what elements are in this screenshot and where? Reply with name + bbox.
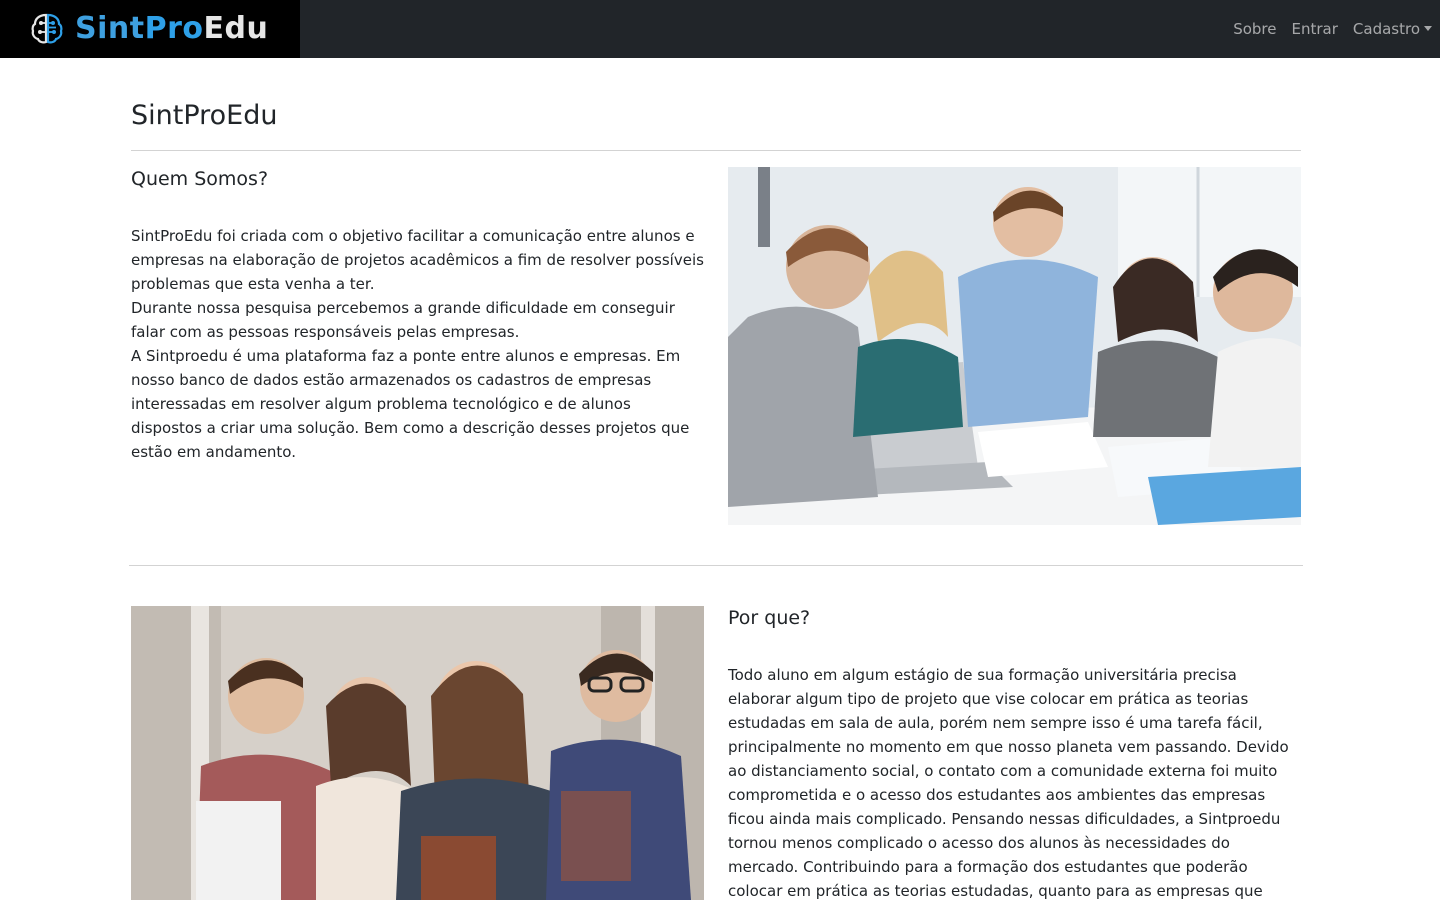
- title-divider: [131, 150, 1301, 151]
- quem-somos-paragraph: A Sintproedu é uma plataforma faz a pont…: [131, 347, 690, 461]
- brand-name-sint: Sint: [75, 11, 145, 46]
- smiling-students-illustration: [131, 606, 704, 900]
- brain-circuit-icon: [31, 13, 63, 44]
- brand-name: SintProEdu: [75, 10, 268, 48]
- brand-name-pro: Pro: [144, 11, 204, 46]
- nav-link-entrar[interactable]: Entrar: [1292, 20, 1338, 38]
- por-que-heading: Por que?: [728, 607, 811, 629]
- page-title: SintProEdu: [131, 100, 278, 131]
- por-que-text: Todo aluno em algum estágio de sua forma…: [728, 663, 1303, 900]
- nav-link-sobre[interactable]: Sobre: [1233, 20, 1276, 38]
- brand-logo[interactable]: SintProEdu: [0, 0, 300, 58]
- students-working-illustration: [728, 167, 1301, 525]
- section-divider: [129, 565, 1303, 566]
- quem-somos-paragraph: SintProEdu foi criada com o objetivo fac…: [131, 227, 704, 293]
- quem-somos-text: SintProEdu foi criada com o objetivo fac…: [131, 224, 706, 464]
- brand-name-edu: Edu: [203, 11, 269, 46]
- quem-somos-paragraph: Durante nossa pesquisa percebemos a gran…: [131, 299, 675, 341]
- top-navbar: SintProEdu Sobre Entrar Cadastro: [0, 0, 1440, 58]
- nav-links: Sobre Entrar Cadastro: [1218, 0, 1432, 58]
- students-working-photo: [728, 167, 1301, 525]
- por-que-paragraph: Todo aluno em algum estágio de sua forma…: [728, 666, 1289, 900]
- smiling-students-photo: [131, 606, 704, 900]
- nav-dropdown-cadastro[interactable]: Cadastro: [1353, 20, 1432, 38]
- quem-somos-heading: Quem Somos?: [131, 168, 269, 190]
